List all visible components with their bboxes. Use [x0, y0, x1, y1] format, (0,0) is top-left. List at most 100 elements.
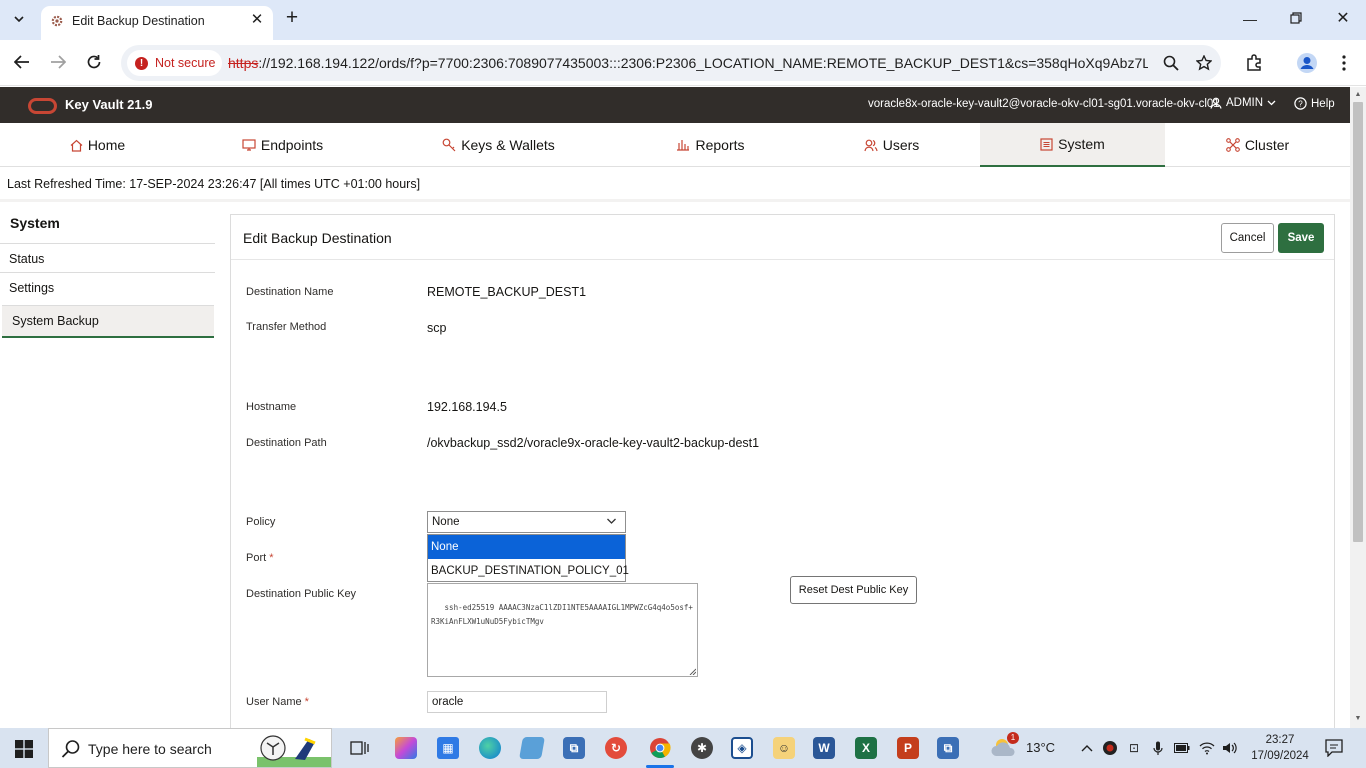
tab-label: Reports: [695, 137, 745, 153]
battery-icon[interactable]: [1174, 740, 1190, 756]
public-key-label: Destination Public Key: [246, 588, 357, 600]
chrome-browser-icon[interactable]: [646, 734, 674, 762]
weather-icon[interactable]: 1: [990, 732, 1019, 762]
device-icon[interactable]: ⊡: [1126, 740, 1142, 756]
microsoft-store-icon[interactable]: ▦: [434, 734, 462, 762]
hostname-value: 192.168.194.5: [427, 400, 507, 414]
help-link[interactable]: ? Help: [1294, 97, 1335, 110]
edge-browser-icon[interactable]: [476, 734, 504, 762]
virtualbox-icon[interactable]: ◈: [728, 734, 756, 762]
page-scrollbar[interactable]: ▲ ▼: [1350, 87, 1366, 729]
tab-search-button[interactable]: [8, 8, 30, 30]
policy-option-backup-destination-policy-01[interactable]: BACKUP_DESTINATION_POLICY_01: [428, 559, 629, 583]
sidebar-item-status[interactable]: Status: [0, 243, 215, 273]
game-app-icon[interactable]: ☺: [770, 734, 798, 762]
save-button[interactable]: Save: [1278, 223, 1324, 253]
policy-option-none[interactable]: None: [428, 535, 625, 559]
user-name-label: User Name *: [246, 696, 309, 708]
new-tab-button[interactable]: +: [282, 7, 302, 30]
url-text[interactable]: https://192.168.194.122/ords/f?p=7700:23…: [228, 55, 1148, 71]
red-app-icon[interactable]: ↻: [602, 734, 630, 762]
reload-icon[interactable]: [83, 51, 105, 73]
reset-dest-public-key-button[interactable]: Reset Dest Public Key: [790, 576, 917, 604]
tab-home[interactable]: Home: [5, 123, 190, 167]
resize-handle-icon[interactable]: [689, 668, 696, 675]
sidebar-item-settings[interactable]: Settings: [0, 272, 215, 302]
port-label-text: Port: [246, 552, 267, 564]
zoom-search-icon[interactable]: [1161, 53, 1181, 73]
policy-select[interactable]: None: [427, 511, 626, 533]
main-nav: Home Endpoints Keys & Wallets Reports Us…: [0, 123, 1350, 167]
gear-favicon-icon: [51, 15, 63, 27]
tab-close-icon[interactable]: ✕: [248, 11, 266, 29]
extensions-puzzle-icon[interactable]: [1243, 52, 1265, 74]
bookmark-star-icon[interactable]: [1194, 53, 1214, 73]
chevron-up-icon[interactable]: [1079, 740, 1095, 756]
microphone-icon[interactable]: [1150, 740, 1166, 756]
sidebar-item-label: Settings: [9, 280, 55, 295]
powerpoint-icon[interactable]: P: [894, 734, 922, 762]
admin-menu[interactable]: ADMIN: [1210, 97, 1276, 109]
url-rest: ://192.168.194.122/ords/f?p=7700:2306:70…: [258, 55, 1148, 71]
tab-label: Home: [87, 137, 126, 153]
destination-path-label: Destination Path: [246, 437, 327, 449]
app-header: Key Vault 21.9 voracle8x-oracle-key-vaul…: [0, 87, 1350, 123]
panel-header: Edit Backup Destination Cancel Save: [231, 215, 1334, 260]
back-arrow-icon[interactable]: [11, 51, 33, 73]
tab-endpoints[interactable]: Endpoints: [190, 123, 375, 167]
minimize-icon[interactable]: —: [1238, 8, 1262, 30]
search-icon: [61, 740, 80, 758]
user-name-input[interactable]: oracle: [427, 691, 607, 713]
sidebar-item-system-backup[interactable]: System Backup: [2, 305, 214, 338]
taskbar-search-box[interactable]: Type here to search: [48, 728, 332, 768]
security-chip[interactable]: ! Not secure: [127, 50, 222, 76]
public-key-textarea[interactable]: ssh-ed25519 AAAAC3NzaC1lZDI1NTE5AAAAIGL1…: [427, 583, 698, 677]
tab-users[interactable]: Users: [799, 123, 984, 167]
hostname-label: Hostname: [246, 401, 297, 413]
address-bar[interactable]: ! Not secure https://192.168.194.122/ord…: [121, 45, 1221, 81]
copilot-icon[interactable]: [392, 734, 420, 762]
antivirus-icon[interactable]: [1102, 740, 1118, 756]
required-marker: *: [304, 696, 309, 708]
windows-taskbar: Type here to search ▦ ⧉ ↻ ✱ ◈ ☺ W X P ⧉ …: [0, 728, 1366, 768]
excel-icon[interactable]: X: [852, 734, 880, 762]
restore-icon[interactable]: [1284, 8, 1308, 30]
required-marker: *: [269, 552, 274, 564]
tab-reports[interactable]: Reports: [618, 123, 803, 167]
close-window-icon[interactable]: ✕: [1331, 8, 1355, 30]
notifications-icon[interactable]: [1324, 739, 1344, 757]
remote-desktop-2-icon[interactable]: ⧉: [934, 734, 962, 762]
users-icon: [864, 139, 878, 152]
scroll-up-icon[interactable]: ▲: [1353, 90, 1363, 100]
tab-keys-wallets[interactable]: Keys & Wallets: [406, 123, 591, 167]
volume-icon[interactable]: [1222, 740, 1238, 756]
remote-desktop-icon[interactable]: ⧉: [560, 734, 588, 762]
chevron-down-icon: [607, 518, 616, 524]
browser-tab[interactable]: Edit Backup Destination ✕: [41, 6, 273, 40]
scroll-down-icon[interactable]: ▼: [1353, 714, 1363, 724]
windows-start-icon[interactable]: [15, 740, 33, 758]
tab-label: Keys & Wallets: [461, 137, 555, 153]
task-view-icon[interactable]: [346, 734, 374, 762]
cancel-button[interactable]: Cancel: [1221, 223, 1274, 253]
taskbar-clock[interactable]: 23:27 17/09/2024: [1250, 732, 1310, 764]
tab-cluster[interactable]: Cluster: [1165, 123, 1350, 167]
wifi-icon[interactable]: [1199, 740, 1215, 756]
file-explorer-icon[interactable]: [518, 734, 546, 762]
weather-temperature: 13°C: [1026, 740, 1056, 755]
divider: [0, 199, 1350, 202]
user-icon: [1210, 97, 1222, 109]
word-icon[interactable]: W: [810, 734, 838, 762]
search-placeholder: Type here to search: [88, 741, 212, 757]
sidebar-item-label: System Backup: [12, 314, 99, 328]
tab-label: Cluster: [1244, 137, 1290, 153]
user-name-label-text: User Name: [246, 696, 302, 708]
profile-avatar-icon[interactable]: [1296, 52, 1318, 74]
tab-system[interactable]: System: [980, 123, 1165, 167]
scrollbar-thumb[interactable]: [1353, 102, 1363, 542]
destination-name-value: REMOTE_BACKUP_DEST1: [427, 285, 587, 299]
tab-label: System: [1058, 136, 1105, 152]
browser-menu-icon[interactable]: [1333, 52, 1355, 74]
forward-arrow-icon[interactable]: [47, 51, 69, 73]
clock-app-icon[interactable]: ✱: [688, 734, 716, 762]
